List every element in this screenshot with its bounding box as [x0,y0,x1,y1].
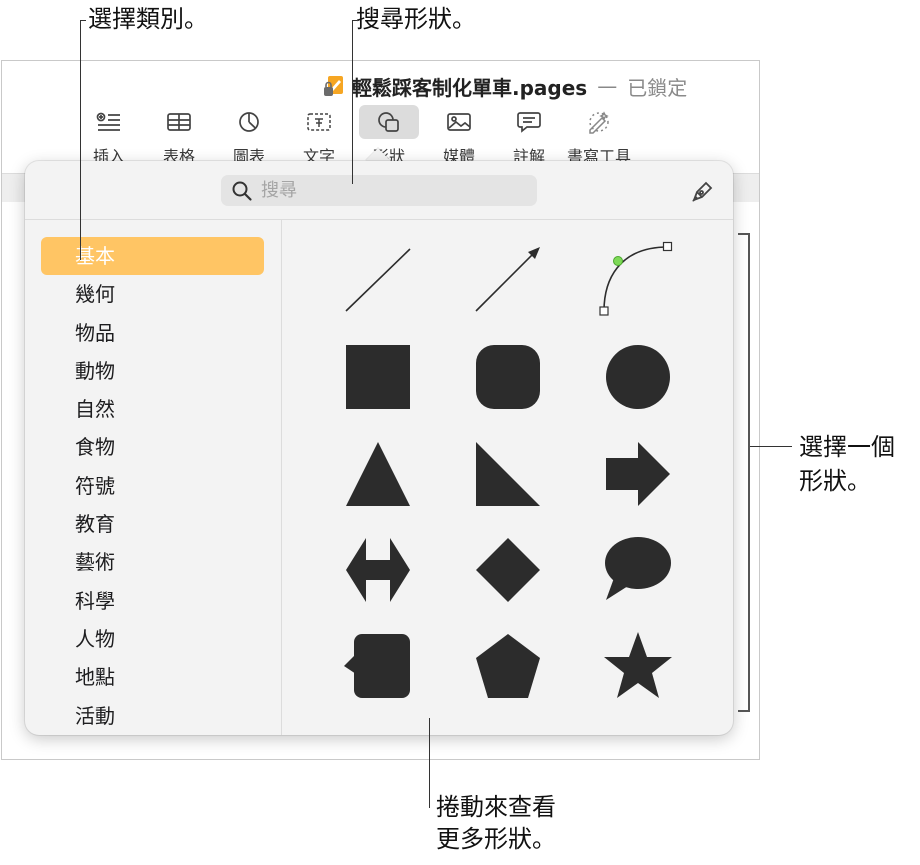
annotation-scroll-line1: 捲動來查看 [436,793,556,821]
lock-status[interactable]: 已鎖定 [627,72,687,101]
title-bar: 輕鬆踩客制化單車.pages — 已鎖定 [322,71,687,101]
writing-tools-icon [569,105,629,139]
insert-icon [79,105,139,139]
document-title: 輕鬆踩客制化單車.pages [352,75,588,100]
shape-icon [359,105,419,139]
shape-rounded-square[interactable] [468,337,548,417]
title-separator: — [597,74,618,98]
category-science[interactable]: 科學 [41,582,264,620]
shapes-popover: 基本 幾何 物品 動物 自然 食物 符號 教育 藝術 科學 人物 地點 活動 [25,161,733,735]
toolbar-media-button[interactable]: 媒體 [424,105,494,167]
shape-curve[interactable] [598,241,678,321]
text-icon [289,105,349,139]
toolbar: 插入 表格 圖表 文字 形狀 媒體 註解 書寫工具 [74,105,634,167]
toolbar-shape-button[interactable]: 形狀 [354,105,424,167]
shape-right-triangle[interactable] [468,434,548,514]
pen-icon [692,181,713,202]
callout-line-scroll [429,718,430,808]
callout-tick-search [352,20,357,21]
toolbar-comment-button[interactable]: 註解 [494,105,564,167]
shape-arrow-right[interactable] [598,434,678,514]
comment-icon [499,105,559,139]
category-education[interactable]: 教育 [41,505,264,543]
category-geometry[interactable]: 幾何 [41,275,264,313]
toolbar-text-button[interactable]: 文字 [284,105,354,167]
shape-callout-square[interactable] [338,626,418,706]
category-food[interactable]: 食物 [41,428,264,466]
category-divider [281,220,282,735]
callout-bracket-shapes [738,233,750,712]
callout-line-shapes [750,446,792,447]
annotation-choose-category: 選擇類別。 [88,5,208,33]
shape-arrow-line[interactable] [468,241,548,321]
category-list: 基本 幾何 物品 動物 自然 食物 符號 教育 藝術 科學 人物 地點 活動 [41,237,264,735]
search-icon [232,181,252,201]
category-basic[interactable]: 基本 [41,237,264,276]
shape-triangle[interactable] [338,434,418,514]
category-arts[interactable]: 藝術 [41,543,264,581]
annotation-scroll-line2: 更多形狀。 [436,825,556,853]
shape-pentagon[interactable] [468,626,548,706]
toolbar-insert-button[interactable]: 插入 [74,105,144,167]
shape-speech-bubble[interactable] [598,530,678,610]
popover-divider [25,219,733,220]
category-animals[interactable]: 動物 [41,352,264,390]
toolbar-chart-button[interactable]: 圖表 [214,105,284,167]
callout-line-category [80,20,81,260]
annotation-choose-shape-line1: 選擇一個 [799,433,895,461]
category-people[interactable]: 人物 [41,620,264,658]
shape-diamond[interactable] [468,530,548,610]
pages-document-icon [322,74,346,98]
search-field[interactable] [221,175,537,206]
callout-line-search [352,20,353,184]
search-input[interactable] [259,179,523,202]
category-places[interactable]: 地點 [41,658,264,696]
annotation-choose-shape-line2: 形狀。 [799,467,871,495]
annotation-search-shapes: 搜尋形狀。 [356,5,476,33]
shape-star[interactable] [598,626,678,706]
shape-circle[interactable] [598,337,678,417]
shape-square[interactable] [338,337,418,417]
shape-line[interactable] [338,241,418,321]
draw-with-pen-button[interactable] [689,177,717,209]
media-icon [429,105,489,139]
category-objects[interactable]: 物品 [41,314,264,352]
category-nature[interactable]: 自然 [41,390,264,428]
callout-tick-category [80,20,86,21]
category-activities[interactable]: 活動 [41,697,264,735]
toolbar-writing-tools-button[interactable]: 書寫工具 [564,105,634,167]
toolbar-table-button[interactable]: 表格 [144,105,214,167]
chart-icon [219,105,279,139]
shape-double-arrow[interactable] [338,530,418,610]
category-symbols[interactable]: 符號 [41,467,264,505]
table-icon [149,105,209,139]
